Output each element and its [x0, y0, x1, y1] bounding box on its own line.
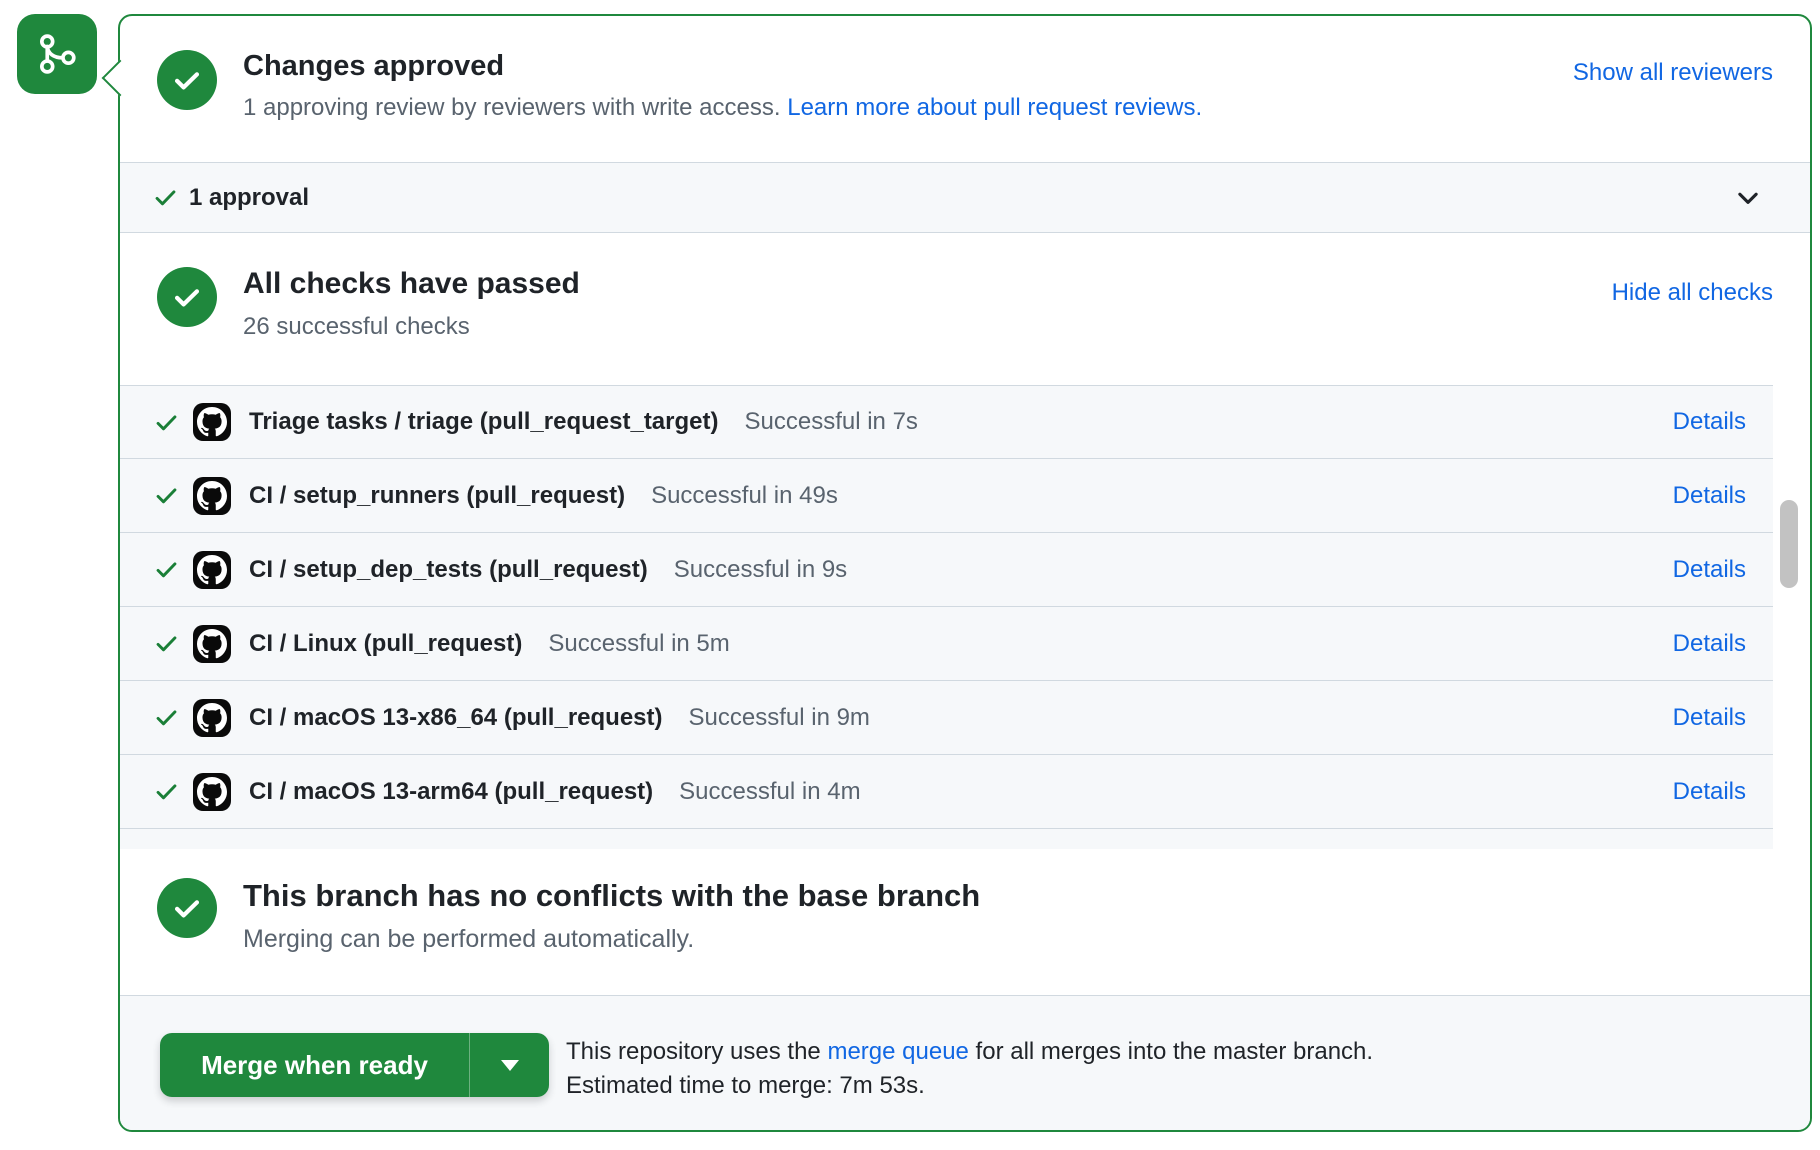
merge-queue-info-line: This repository uses the merge queue for… [566, 1035, 1373, 1069]
check-icon [152, 184, 179, 211]
check-name: CI / Linux (pull_request) [249, 630, 522, 658]
check-name: Triage tasks / triage (pull_request_targ… [249, 408, 719, 436]
check-row: CI / Linux (pull_request) Successful in … [120, 607, 1773, 681]
check-row: CI / macOS 13-arm64 (pull_request) Succe… [120, 755, 1773, 829]
check-row: Triage tasks / triage (pull_request_targ… [120, 385, 1773, 459]
merge-info-text: This repository uses the merge queue for… [566, 1033, 1373, 1103]
check-icon [153, 556, 180, 583]
checks-title: All checks have passed [243, 267, 580, 302]
success-circle-icon [157, 267, 217, 327]
check-icon [153, 704, 180, 731]
github-actions-avatar [193, 773, 231, 811]
merge-estimate-line: Estimated time to merge: 7m 53s. [566, 1069, 1373, 1103]
caret-down-icon [501, 1060, 519, 1071]
approval-summary-label: 1 approval [189, 184, 309, 212]
check-row: CI / macOS 13-x86_64 (pull_request) Succ… [120, 681, 1773, 755]
check-row-partial [120, 829, 1773, 849]
github-actions-avatar [193, 403, 231, 441]
check-details-link[interactable]: Details [1673, 482, 1746, 510]
check-status: Successful in 49s [651, 482, 838, 510]
conflict-section-text: This branch has no conflicts with the ba… [243, 878, 980, 995]
check-name: CI / setup_runners (pull_request) [249, 482, 625, 510]
merge-split-button: Merge when ready [160, 1033, 549, 1097]
conflict-title: This branch has no conflicts with the ba… [243, 878, 980, 914]
check-status: Successful in 5m [548, 630, 729, 658]
changes-approved-section: Changes approved 1 approving review by r… [120, 16, 1810, 162]
merge-info-prefix: This repository uses the [566, 1038, 827, 1065]
github-octocat-icon [197, 629, 227, 659]
approval-summary-row[interactable]: 1 approval [120, 162, 1810, 233]
check-icon [170, 891, 204, 925]
success-circle-icon [157, 878, 217, 938]
show-all-reviewers-link[interactable]: Show all reviewers [1573, 59, 1773, 162]
review-section-text: Changes approved 1 approving review by r… [243, 50, 1202, 162]
conflict-subtitle: Merging can be performed automatically. [243, 923, 980, 956]
github-octocat-icon [197, 555, 227, 585]
checks-section-text: All checks have passed 26 successful che… [243, 267, 580, 385]
github-actions-avatar [193, 477, 231, 515]
github-actions-avatar [193, 699, 231, 737]
check-row: CI / setup_runners (pull_request) Succes… [120, 459, 1773, 533]
chevron-down-icon[interactable] [1733, 183, 1763, 213]
git-merge-icon [31, 28, 83, 80]
check-details-link[interactable]: Details [1673, 630, 1746, 658]
merge-box: Changes approved 1 approving review by r… [118, 14, 1812, 1132]
checks-passed-section: All checks have passed 26 successful che… [120, 233, 1810, 385]
check-icon [153, 482, 180, 509]
merge-queue-link[interactable]: merge queue [827, 1038, 968, 1065]
check-details-link[interactable]: Details [1673, 556, 1746, 584]
github-octocat-icon [197, 481, 227, 511]
merge-info-suffix: for all merges into the master branch. [969, 1038, 1373, 1065]
merge-options-dropdown-button[interactable] [470, 1033, 549, 1097]
review-description: 1 approving review by reviewers with wri… [243, 92, 1202, 123]
check-icon [170, 63, 204, 97]
github-octocat-icon [197, 703, 227, 733]
check-name: CI / macOS 13-arm64 (pull_request) [249, 778, 653, 806]
merge-footer: Merge when ready This repository uses th… [120, 995, 1810, 1130]
review-title: Changes approved [243, 50, 1202, 83]
merge-when-ready-button[interactable]: Merge when ready [160, 1033, 470, 1097]
check-icon [170, 280, 204, 314]
checks-list: Triage tasks / triage (pull_request_targ… [120, 385, 1810, 849]
check-status: Successful in 9s [674, 556, 847, 584]
github-actions-avatar [193, 551, 231, 589]
pr-merge-box-screenshot: Changes approved 1 approving review by r… [0, 0, 1820, 1150]
check-row: CI / setup_dep_tests (pull_request) Succ… [120, 533, 1773, 607]
git-merge-status-icon [17, 14, 97, 94]
hide-all-checks-link[interactable]: Hide all checks [1612, 279, 1773, 385]
check-icon [153, 778, 180, 805]
check-status: Successful in 7s [745, 408, 918, 436]
review-description-text: 1 approving review by reviewers with wri… [243, 94, 781, 121]
check-status: Successful in 9m [689, 704, 870, 732]
learn-more-link[interactable]: Learn more about pull request reviews. [787, 94, 1202, 121]
github-octocat-icon [197, 407, 227, 437]
checks-rows: Triage tasks / triage (pull_request_targ… [120, 385, 1773, 849]
check-name: CI / setup_dep_tests (pull_request) [249, 556, 648, 584]
github-actions-avatar [193, 625, 231, 663]
checks-subtitle: 26 successful checks [243, 311, 580, 342]
check-icon [153, 409, 180, 436]
check-name: CI / macOS 13-x86_64 (pull_request) [249, 704, 663, 732]
github-octocat-icon [197, 777, 227, 807]
check-details-link[interactable]: Details [1673, 408, 1746, 436]
no-conflicts-section: This branch has no conflicts with the ba… [120, 849, 1810, 995]
check-status: Successful in 4m [679, 778, 860, 806]
scrollbar-thumb[interactable] [1780, 500, 1798, 588]
check-details-link[interactable]: Details [1673, 778, 1746, 806]
check-details-link[interactable]: Details [1673, 704, 1746, 732]
success-circle-icon [157, 50, 217, 110]
check-icon [153, 630, 180, 657]
